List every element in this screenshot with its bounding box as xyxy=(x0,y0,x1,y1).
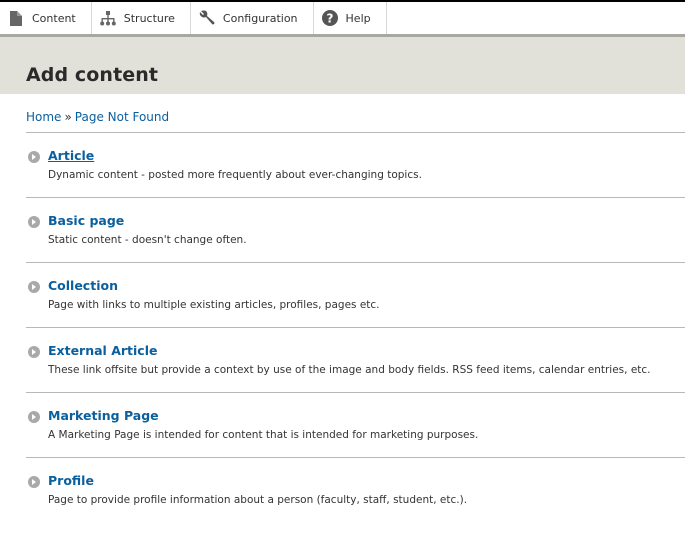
content-type-description: Page to provide profile information abou… xyxy=(48,494,468,506)
page-header: Add content xyxy=(0,37,685,94)
arrow-circle-icon xyxy=(28,411,40,423)
content-type-description: Static content - doesn't change often. xyxy=(48,234,247,246)
list-item: Collection Page with links to multiple e… xyxy=(26,263,685,328)
content-type-link-external-article[interactable]: External Article xyxy=(48,343,157,358)
hierarchy-icon xyxy=(99,10,116,26)
content-type-list: Article Dynamic content - posted more fr… xyxy=(26,132,685,523)
content-type-link-collection[interactable]: Collection xyxy=(48,278,118,293)
arrow-circle-icon xyxy=(28,151,40,163)
document-icon xyxy=(8,10,24,26)
help-icon: ? xyxy=(321,10,338,26)
toolbar-item-configuration[interactable]: Configuration xyxy=(191,2,314,34)
list-item: External Article These link offsite but … xyxy=(26,328,685,393)
arrow-circle-icon xyxy=(28,346,40,358)
toolbar-item-structure[interactable]: Structure xyxy=(92,2,191,34)
content-type-description: These link offsite but provide a context… xyxy=(48,364,651,376)
breadcrumb: Home» Page Not Found xyxy=(26,110,169,124)
wrench-icon xyxy=(199,10,215,26)
content-type-link-profile[interactable]: Profile xyxy=(48,473,94,488)
page-title: Add content xyxy=(26,64,159,86)
arrow-circle-icon xyxy=(28,476,40,488)
svg-text:?: ? xyxy=(326,12,333,26)
arrow-circle-icon xyxy=(28,216,40,228)
content-type-description: A Marketing Page is intended for content… xyxy=(48,429,479,441)
list-item: Basic page Static content - doesn't chan… xyxy=(26,198,685,263)
content-type-description: Page with links to multiple existing art… xyxy=(48,299,380,311)
list-item: Article Dynamic content - posted more fr… xyxy=(26,133,685,198)
breadcrumb-home-link[interactable]: Home xyxy=(26,110,61,124)
toolbar-item-label: Structure xyxy=(123,11,175,25)
list-item: Marketing Page A Marketing Page is inten… xyxy=(26,393,685,458)
toolbar-item-label: Configuration xyxy=(222,11,298,25)
toolbar-item-help[interactable]: ? Help xyxy=(314,2,387,34)
list-item: Profile Page to provide profile informat… xyxy=(26,458,685,523)
content-type-link-marketing-page[interactable]: Marketing Page xyxy=(48,408,159,423)
toolbar-item-label: Content xyxy=(32,11,76,25)
toolbar-item-label: Help xyxy=(345,11,371,25)
arrow-circle-icon xyxy=(28,281,40,293)
breadcrumb-separator: » xyxy=(64,110,72,124)
content-type-description: Dynamic content - posted more frequently… xyxy=(48,169,422,181)
toolbar-item-content[interactable]: Content xyxy=(0,2,92,34)
admin-toolbar: Content Structure Configuration ? Help xyxy=(0,0,685,37)
content-type-link-basic-page[interactable]: Basic page xyxy=(48,213,124,228)
breadcrumb-current-link[interactable]: Page Not Found xyxy=(75,110,169,124)
content-type-link-article[interactable]: Article xyxy=(48,148,94,163)
